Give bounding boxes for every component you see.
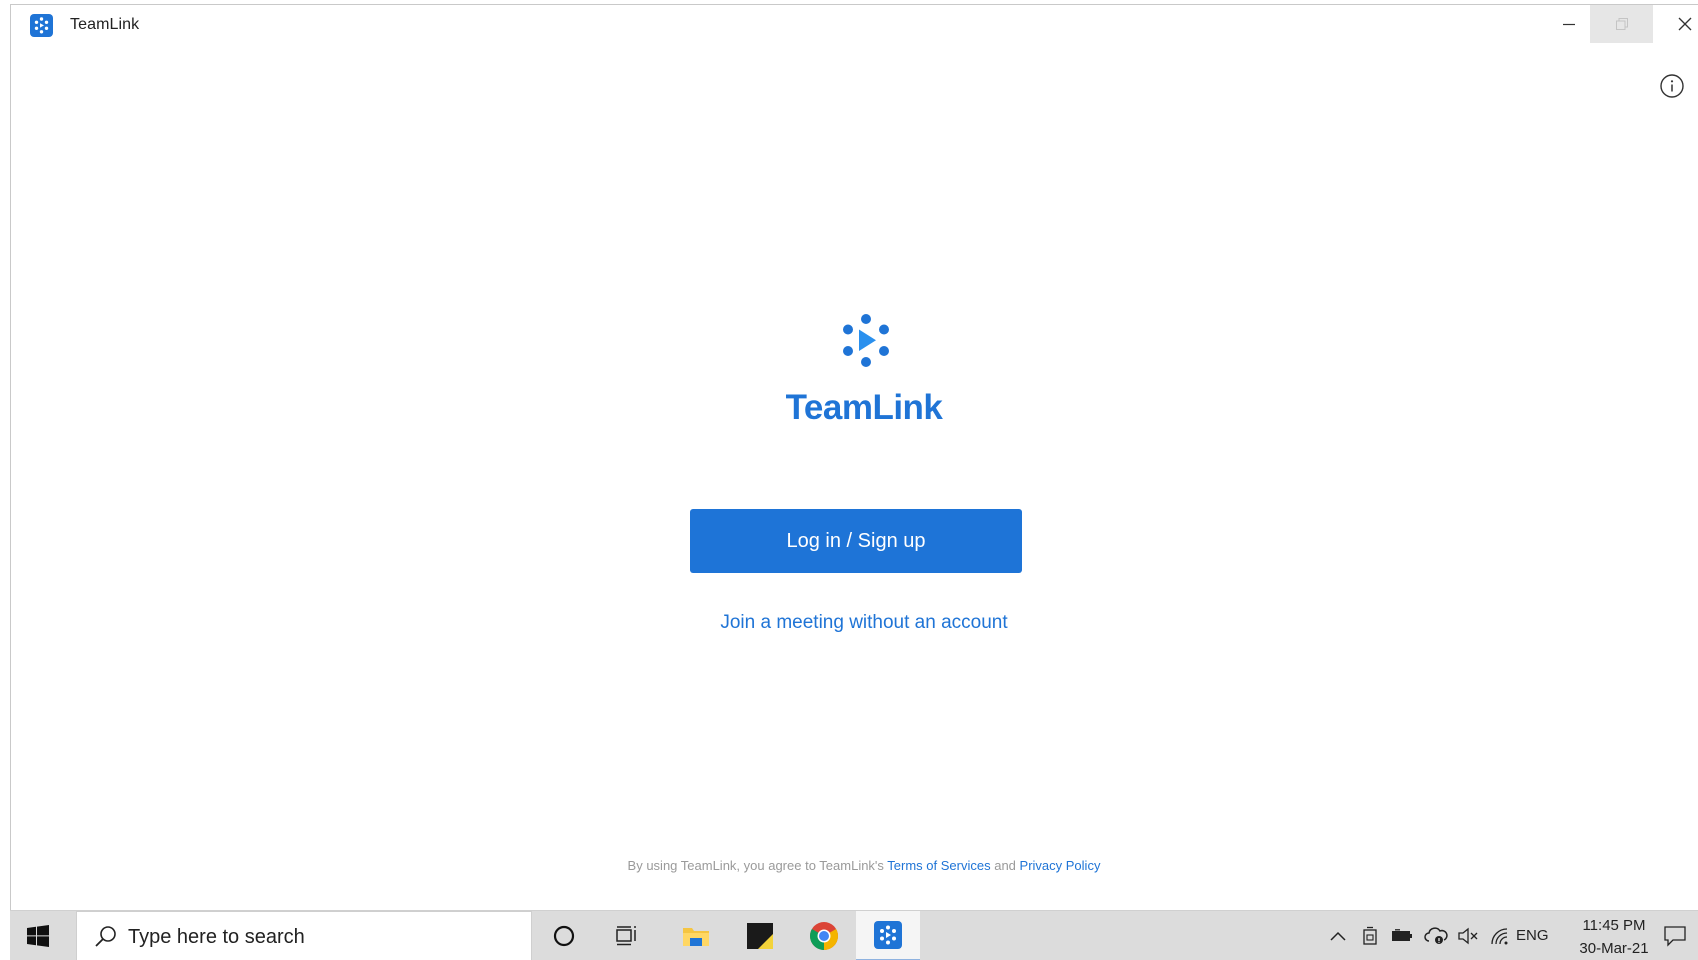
cortana-icon [553,925,575,947]
clock-date[interactable]: 30-Mar-21 [1568,940,1660,957]
task-view-button[interactable] [596,911,660,960]
battery-tray[interactable] [1390,925,1414,947]
title-bar[interactable]: TeamLink [11,5,1698,47]
desktop: TeamLink TeamLink Log in / Sign up Join … [0,0,1698,960]
cloud-sync-icon [1424,927,1448,944]
close-icon [1678,17,1691,31]
meet-now-tray[interactable] [1358,925,1382,947]
camera-icon [1363,926,1377,945]
volume-tray[interactable] [1456,925,1480,947]
terms-of-service-link[interactable]: Terms of Services [887,858,990,873]
terms-prefix: By using TeamLink, you agree to TeamLink… [627,858,888,873]
windows-logo-icon [26,925,49,947]
join-without-account-link[interactable]: Join a meeting without an account [0,612,1698,634]
window-title: TeamLink [70,16,140,33]
brand-name: TeamLink [785,388,943,427]
task-view-icon [616,926,636,946]
chrome-icon [810,922,838,950]
input-language-indicator[interactable]: ENG [1516,927,1549,944]
show-hidden-icons-button[interactable] [1326,925,1350,947]
join-link-label[interactable]: Join a meeting without an account [720,612,1007,633]
start-button[interactable] [10,911,65,960]
clock-time[interactable]: 11:45 PM [1568,917,1660,934]
onedrive-tray[interactable] [1424,925,1448,947]
teamlink-taskbar-button[interactable] [856,911,920,960]
app-window: TeamLink [10,4,1698,910]
chrome-button[interactable] [792,911,856,960]
terms-notice: By using TeamLink, you agree to TeamLink… [0,858,1698,873]
sticky-notes-icon [747,923,773,949]
restore-button[interactable] [1590,5,1653,43]
taskbar-search-box[interactable]: Type here to search [76,911,532,960]
search-placeholder: Type here to search [128,926,305,948]
terms-middle: and [990,858,1020,873]
chevron-up-icon [1330,931,1346,941]
minimize-icon [1562,23,1575,26]
file-explorer-button[interactable] [664,911,728,960]
login-signup-button[interactable]: Log in / Sign up [690,509,1022,573]
battery-icon [1392,929,1412,941]
taskbar: Type here to search ENG 11:45 PM 30-Mar-… [10,910,1698,960]
cortana-button[interactable] [532,911,596,960]
action-center-button[interactable] [1661,924,1689,948]
teamlink-app-icon [30,14,53,37]
search-icon [95,926,116,947]
wifi-icon [1491,928,1508,945]
volume-muted-icon [1458,927,1478,945]
privacy-policy-link[interactable]: Privacy Policy [1020,858,1101,873]
info-icon [1660,74,1684,98]
notification-icon [1664,926,1686,947]
network-tray[interactable] [1488,925,1512,947]
info-button[interactable] [1659,73,1685,99]
restore-icon [1615,18,1628,30]
sticky-notes-button[interactable] [728,911,792,960]
teamlink-icon [874,921,902,949]
file-explorer-icon [683,928,709,946]
close-button[interactable] [1653,5,1698,43]
teamlink-logo-icon [840,314,892,370]
